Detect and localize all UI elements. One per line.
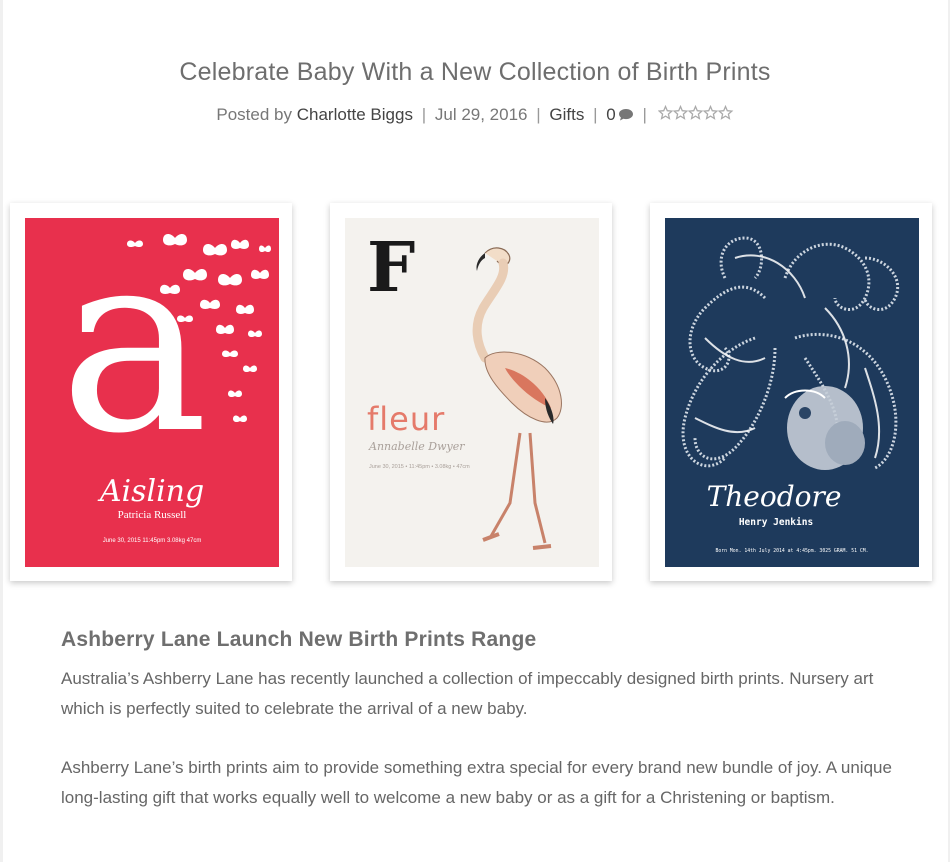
flamingo-icon <box>472 247 562 550</box>
print-aisling-letter: a <box>59 218 209 488</box>
comments-link[interactable]: 0 <box>606 105 633 124</box>
print-theodore[interactable]: Theodore Henry Jenkins Born Mon. 14th Ju… <box>650 203 932 581</box>
post-meta: Posted by Charlotte Biggs | Jul 29, 2016… <box>0 104 950 126</box>
meta-separator: | <box>536 105 541 124</box>
meta-separator: | <box>421 105 427 124</box>
post-title: Celebrate Baby With a New Collection of … <box>179 58 771 86</box>
article-body: Ashberry Lane Launch New Birth Prints Ra… <box>61 628 901 813</box>
author-link[interactable]: Charlotte Biggs <box>297 105 413 124</box>
print-fleur-name: fleur <box>367 400 446 438</box>
print-fleur-subname: Annabelle Dwyer <box>369 440 465 453</box>
posted-by-label: Posted by <box>216 105 292 124</box>
print-aisling-subname: Patricia Russell <box>117 509 187 521</box>
rating-stars-icon <box>657 104 734 126</box>
print-theodore-name: Theodore <box>706 480 842 513</box>
print-aisling[interactable]: a Aisling Patricia Russell June 30, 2015… <box>10 203 292 581</box>
octopus-icon <box>681 236 900 470</box>
print-theodore-artwork: Theodore Henry Jenkins Born Mon. 14th Ju… <box>665 218 919 567</box>
article-paragraph: Australia’s Ashberry Lane has recently l… <box>61 669 874 718</box>
print-fleur-details: June 30, 2015 • 11:45pm • 3.08kg • 47cm <box>369 464 470 470</box>
meta-separator: | <box>642 105 647 124</box>
comment-icon <box>618 106 634 126</box>
print-theodore-subname: Henry Jenkins <box>738 517 814 528</box>
print-aisling-name: Aisling <box>99 474 205 509</box>
article-heading: Ashberry Lane Launch New Birth Prints Ra… <box>61 628 537 651</box>
comment-count: 0 <box>606 105 616 124</box>
print-theodore-details: Born Mon. 14th July 2014 at 4:45pm. 3025… <box>715 549 869 554</box>
category-link[interactable]: Gifts <box>549 105 584 124</box>
print-aisling-artwork: a Aisling Patricia Russell June 30, 2015… <box>25 218 279 567</box>
prints-gallery: a Aisling Patricia Russell June 30, 2015… <box>0 200 950 590</box>
print-fleur-artwork: F fleur Annabelle Dwyer June 30, 2015 • … <box>345 218 599 567</box>
meta-separator: | <box>593 105 598 124</box>
post-date: Jul 29, 2016 <box>434 105 528 124</box>
print-fleur[interactable]: F fleur Annabelle Dwyer June 30, 2015 • … <box>330 203 612 581</box>
print-aisling-details: June 30, 2015 11:45pm 3.08kg 47cm <box>102 538 202 544</box>
article-paragraph: Ashberry Lane’s birth prints aim to prov… <box>61 758 892 807</box>
